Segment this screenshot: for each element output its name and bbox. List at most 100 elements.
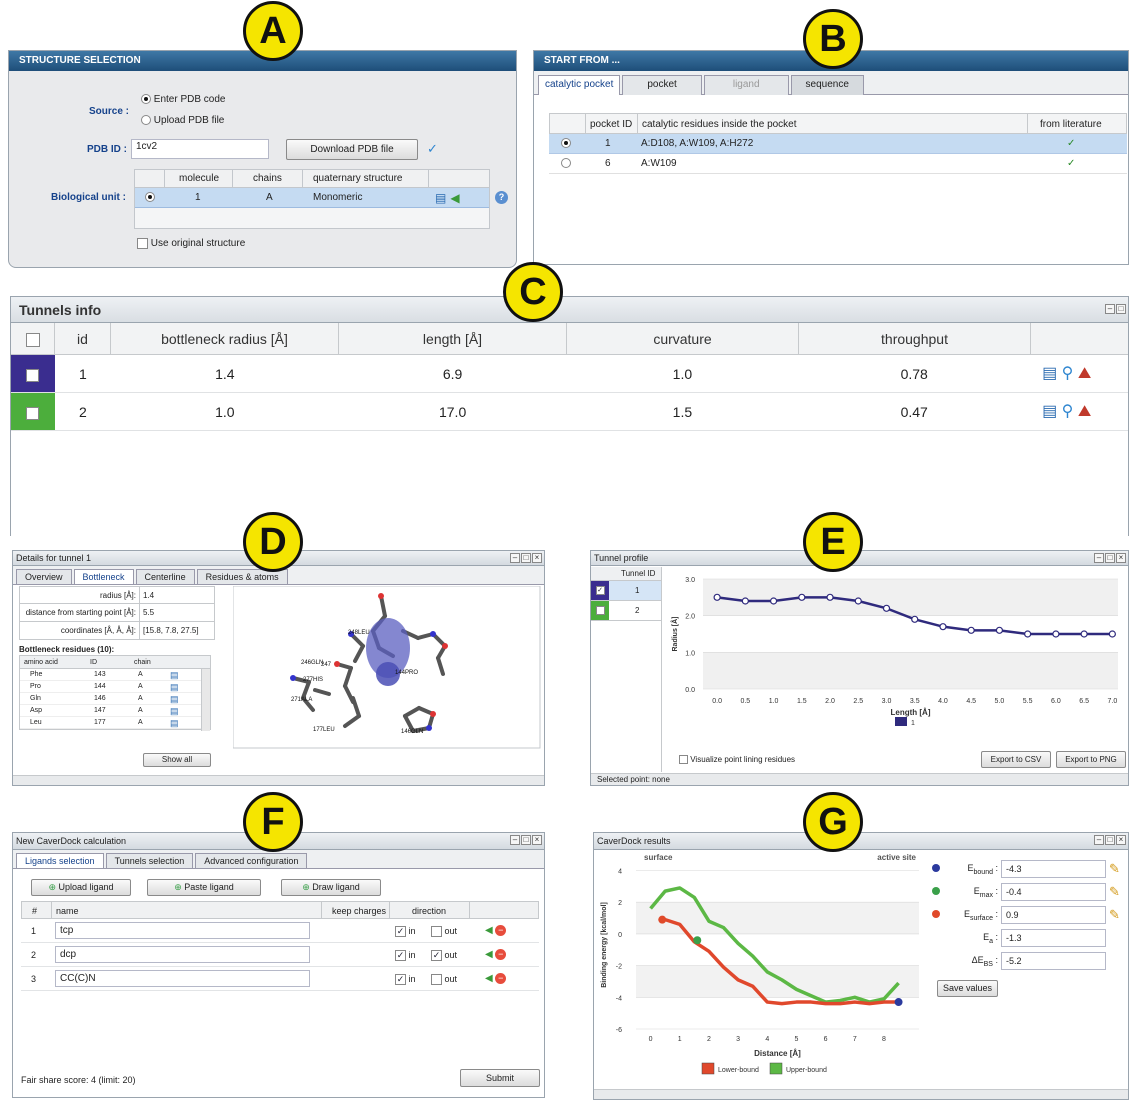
tab-ligands-selection[interactable]: Ligands selection (16, 853, 104, 868)
tab-overview[interactable]: Overview (16, 569, 72, 584)
book-icon[interactable]: ▤ (170, 705, 179, 716)
upload-ligand-button[interactable]: ⊕ Upload ligand (31, 879, 131, 896)
remove-icon[interactable]: − (495, 925, 507, 936)
maximize-icon[interactable]: □ (1105, 553, 1115, 563)
tunnel-checkbox[interactable] (26, 406, 40, 420)
submit-button[interactable]: Submit (460, 1069, 540, 1087)
download-pdb-button[interactable]: Download PDB file (286, 139, 418, 160)
direction-in-checkbox[interactable]: ✓ (395, 949, 406, 961)
ligand-name-input[interactable]: dcp (55, 946, 310, 963)
download-icon[interactable]: ◀ (485, 949, 493, 960)
download-icon[interactable]: ◀ (450, 188, 459, 208)
chart-icon[interactable]: ⛰ (1078, 365, 1091, 382)
ligand-name-input[interactable]: tcp (55, 922, 310, 939)
paste-ligand-button[interactable]: ⊕ Paste ligand (147, 879, 261, 896)
y-tick-label: -2 (616, 964, 622, 971)
direction-out-checkbox[interactable] (431, 925, 442, 937)
magnifier-icon[interactable]: ⚲ (1062, 365, 1074, 382)
ligand-row[interactable]: 1 tcp ✓ in out ◀ − (21, 919, 539, 943)
export-csv-button[interactable]: Export to CSV (981, 751, 1051, 768)
use-original-checkbox[interactable]: Use original structure (137, 238, 245, 249)
minimize-icon[interactable]: – (1094, 553, 1104, 563)
residue-row[interactable]: Pro 144 A ▤ (20, 681, 210, 693)
energy-input[interactable]: -0.4 (1001, 883, 1106, 901)
source-option-upload[interactable]: Upload PDB file (141, 115, 224, 126)
chart-icon[interactable]: ⛰ (1078, 403, 1091, 420)
show-all-button[interactable]: Show all (143, 753, 211, 767)
ligand-row[interactable]: 3 CC(C)N ✓ in out ◀ − (21, 967, 539, 991)
energy-input[interactable]: 0.9 (1001, 906, 1106, 924)
tunnel-checkbox[interactable] (26, 368, 40, 382)
close-icon[interactable]: × (532, 835, 542, 845)
residue-row[interactable]: Asp 147 A ▤ (20, 705, 210, 717)
close-icon[interactable]: × (1116, 553, 1126, 563)
save-values-button[interactable]: Save values (937, 980, 998, 997)
residues-scrollbar[interactable] (201, 669, 210, 731)
pdb-id-input[interactable]: 1cv2 (131, 139, 269, 159)
draw-ligand-button[interactable]: ⊕ Draw ligand (281, 879, 381, 896)
close-icon[interactable]: × (532, 553, 542, 563)
col-quaternary: quaternary structure (303, 170, 429, 187)
maximize-icon[interactable]: □ (521, 553, 531, 563)
export-png-button[interactable]: Export to PNG (1056, 751, 1126, 768)
remove-icon[interactable]: − (495, 949, 507, 960)
minimize-icon[interactable]: – (510, 835, 520, 845)
tunnel-row[interactable]: 1 1.4 6.9 1.0 0.78 ▤ ⚲ ⛰ (11, 355, 1128, 393)
book-icon[interactable]: ▤ (170, 693, 179, 704)
pocket-row[interactable]: 1 A:D108, A:W109, A:H272 ✓ (549, 134, 1127, 154)
maximize-icon[interactable]: □ (1105, 835, 1115, 845)
energy-input[interactable]: -5.2 (1001, 952, 1106, 970)
tab-catalytic-pocket[interactable]: catalytic pocket (538, 75, 621, 95)
maximize-icon[interactable]: □ (521, 835, 531, 845)
ligand-name-input[interactable]: CC(C)N (55, 970, 310, 987)
minimize-icon[interactable]: – (510, 553, 520, 563)
ligand-row[interactable]: 2 dcp ✓ in ✓ out ◀ − (21, 943, 539, 967)
tab-ligand[interactable]: ligand (703, 75, 789, 95)
tab-centerline[interactable]: Centerline (135, 569, 195, 584)
tunnel-id-row[interactable]: 2 (591, 601, 661, 621)
residue-row[interactable]: Gln 146 A ▤ (20, 693, 210, 705)
biological-unit-row[interactable]: 1 A Monomeric ▤ ◀ (135, 188, 489, 208)
tunnel-row[interactable]: 2 1.0 17.0 1.5 0.47 ▤ ⚲ ⛰ (11, 393, 1128, 431)
help-icon[interactable]: ? (495, 191, 508, 204)
remove-icon[interactable]: − (495, 973, 507, 984)
residue-row[interactable]: Leu 177 A ▤ (20, 717, 210, 729)
minimize-icon[interactable]: – (1094, 835, 1104, 845)
tab-tunnels-selection[interactable]: Tunnels selection (105, 853, 194, 868)
pencil-icon[interactable]: ✎ (1109, 884, 1120, 900)
direction-in-checkbox[interactable]: ✓ (395, 973, 406, 985)
tab-advanced-configuration[interactable]: Advanced configuration (195, 853, 308, 868)
book-icon[interactable]: ▤ (1042, 403, 1057, 420)
residue-row[interactable]: Phe 143 A ▤ (20, 669, 210, 681)
pencil-icon[interactable]: ✎ (1109, 907, 1120, 923)
close-icon[interactable]: × (1116, 835, 1126, 845)
tab-bottleneck[interactable]: Bottleneck (73, 569, 134, 584)
direction-out-checkbox[interactable]: ✓ (431, 949, 442, 961)
direction-out-checkbox[interactable] (431, 973, 442, 985)
book-icon[interactable]: ▤ (170, 669, 179, 680)
visualize-lining-checkbox[interactable]: Visualize point lining residues (679, 755, 795, 765)
maximize-icon[interactable]: □ (1116, 304, 1126, 314)
tab-pocket[interactable]: pocket (622, 75, 702, 95)
book-icon[interactable]: ▤ (170, 717, 179, 728)
tunnel-id-row[interactable]: ✓ 1 (591, 581, 661, 601)
source-option-pdb-code[interactable]: Enter PDB code (141, 94, 226, 105)
molecule-viewer[interactable]: 248LEU 246GLN247 277HIS 144PRO 271ALA 177LEU 1… (233, 586, 541, 749)
legend-dot (932, 887, 940, 895)
energy-input[interactable]: -1.3 (1001, 929, 1106, 947)
download-icon[interactable]: ◀ (485, 925, 493, 936)
direction-in-checkbox[interactable]: ✓ (395, 925, 406, 937)
pencil-icon[interactable]: ✎ (1109, 861, 1120, 877)
residues-table: amino acid ID chain Phe 143 A ▤ Pro 144 A ▤ Gln 1… (19, 655, 211, 731)
book-icon[interactable]: ▤ (435, 188, 446, 208)
magnifier-icon[interactable]: ⚲ (1062, 403, 1074, 420)
energy-input[interactable]: -4.3 (1001, 860, 1106, 878)
book-icon[interactable]: ▤ (1042, 365, 1057, 382)
tab-sequence[interactable]: sequence (790, 75, 864, 95)
select-all-checkbox[interactable] (25, 333, 40, 348)
pocket-row[interactable]: 6 A:W109 ✓ (549, 154, 1127, 174)
minimize-icon[interactable]: – (1105, 304, 1115, 314)
download-icon[interactable]: ◀ (485, 973, 493, 984)
y-axis-label: Binding energy [kcal/mol] (601, 902, 608, 988)
book-icon[interactable]: ▤ (170, 681, 179, 692)
